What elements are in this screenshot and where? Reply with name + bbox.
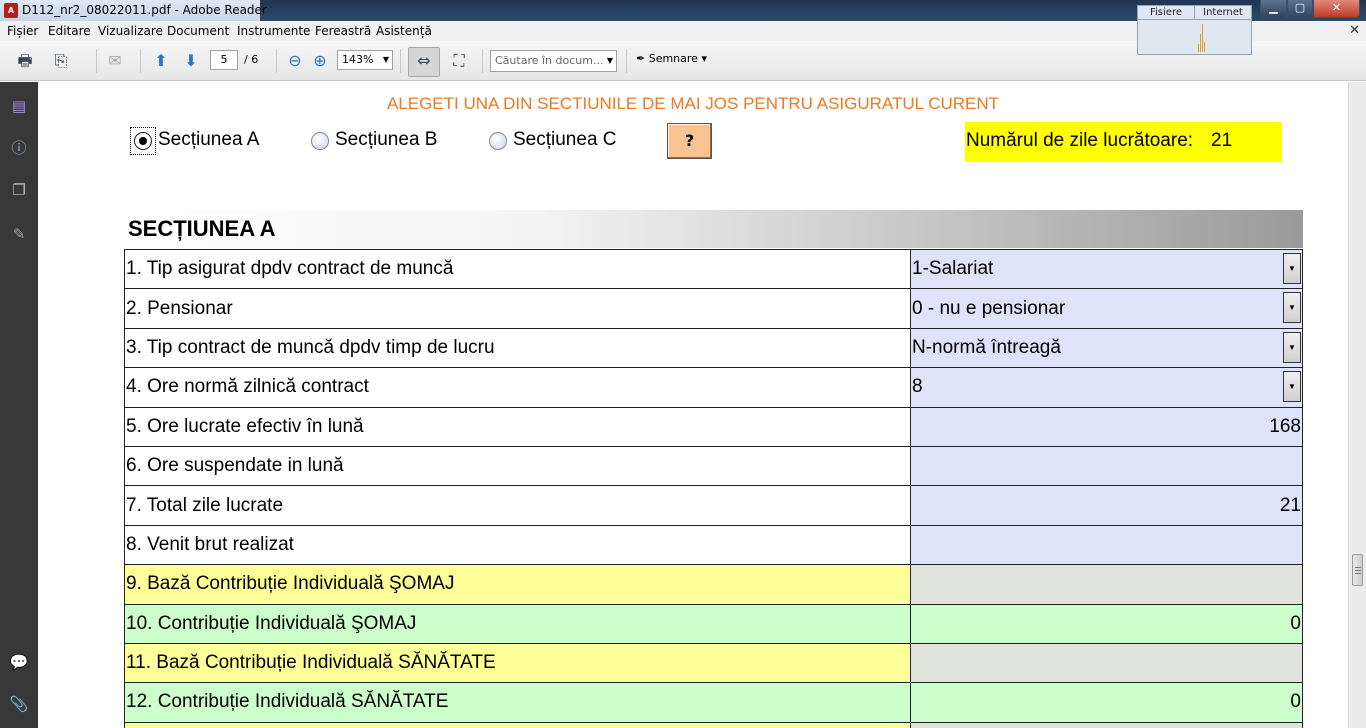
tip-asigurat-dropdown[interactable]: 1-Salariat ▼ [910, 248, 1303, 290]
zoom-select[interactable]: 143% ▼ [337, 50, 393, 70]
table-row: 5. Ore lucrate efectiv în lună 168 [124, 406, 1303, 447]
page-number-input[interactable]: 5 [210, 50, 238, 70]
dropdown-arrow-icon[interactable]: ▼ [1283, 331, 1301, 363]
netmon-tab-files[interactable]: Fisiere [1138, 6, 1195, 19]
row-label: 2. Pensionar [124, 288, 911, 329]
maximize-button[interactable]: ▢ [1287, 0, 1313, 18]
chevron-down-icon: ▼ [382, 55, 389, 64]
baza-somaj-field [910, 564, 1303, 605]
table-row: 3. Tip contract de muncă dpdv timp de lu… [124, 327, 1303, 369]
row-label: 10. Contribuție Individuală ŞOMAJ [124, 603, 911, 644]
zile-lucratoare-box: Numărul de zile lucrătoare: 21 [965, 122, 1282, 162]
row-label: 4. Ore normă zilnică contract [124, 367, 911, 408]
close-document-icon[interactable]: ✕ [1349, 23, 1360, 38]
pages-panel-icon[interactable]: ▤ [9, 96, 29, 116]
page-total: / 6 [244, 53, 259, 66]
zoom-in-icon[interactable]: ⊕ [309, 50, 331, 72]
share-icon[interactable]: ⎘ [50, 50, 72, 72]
table-row: 6. Ore suspendate in lună [124, 445, 1303, 487]
row-label: 3. Tip contract de muncă dpdv timp de lu… [124, 327, 911, 369]
row-label: 7. Total zile lucrate [124, 485, 911, 526]
left-navigation-pane: ▤ ⓘ ❐ ✎ 💬 📎 [0, 82, 38, 728]
instruction-text: ALEGETI UNA DIN SECTIUNILE DE MAI JOS PE… [386, 94, 1000, 113]
signatures-icon[interactable]: ✎ [9, 224, 29, 244]
radio-button-icon[interactable] [311, 132, 329, 150]
radio-button-icon[interactable] [489, 132, 507, 150]
row-label: 9. Bază Contribuție Individuală ŞOMAJ [124, 564, 911, 605]
radio-button-selected-icon[interactable] [134, 132, 152, 150]
total-zile-field[interactable]: 21 [910, 485, 1303, 526]
menu-help[interactable]: Asistență [376, 24, 432, 38]
table-row [124, 721, 1303, 728]
window-title: D112_nr2_08022011.pdf - Adobe Reader [22, 3, 267, 17]
row-label: 1. Tip asigurat dpdv contract de muncă [124, 248, 911, 290]
fit-page-icon[interactable]: ⛶ [448, 50, 470, 72]
comments-icon[interactable]: 💬 [9, 652, 29, 672]
ore-norma-dropdown[interactable]: 8 ▼ [910, 367, 1303, 408]
dropdown-arrow-icon[interactable]: ▼ [1283, 371, 1301, 403]
menu-edit[interactable]: Editare [48, 24, 91, 38]
dropdown-arrow-icon[interactable]: ▼ [1283, 253, 1301, 284]
chevron-down-icon: ▼ [606, 56, 613, 65]
scrollbar-thumb[interactable] [1352, 554, 1363, 586]
close-window-button[interactable]: ✕ [1313, 0, 1360, 18]
ore-suspendate-field[interactable] [910, 445, 1303, 487]
menu-window[interactable]: Fereastră [315, 24, 371, 38]
dropdown-arrow-icon[interactable]: ▼ [1283, 292, 1301, 324]
menu-file[interactable]: Fișier [7, 24, 38, 38]
row-label-partial [124, 721, 911, 728]
attachments-pages-icon[interactable]: ❐ [9, 180, 29, 200]
table-row: 8. Venit brut realizat [124, 524, 1303, 566]
print-icon[interactable]: 🖶 [14, 50, 36, 72]
document-page: ALEGETI UNA DIN SECTIUNILE DE MAI JOS PE… [38, 82, 1348, 728]
next-page-icon[interactable]: ⬇ [180, 50, 202, 72]
section-header: SECȚIUNEA A [124, 210, 1303, 248]
section-title: SECȚIUNEA A [128, 216, 276, 241]
venit-brut-field[interactable] [910, 524, 1303, 566]
netmon-tab-internet[interactable]: Internet [1195, 6, 1251, 19]
table-row: 7. Total zile lucrate 21 [124, 485, 1303, 526]
row-label: 6. Ore suspendate in lună [124, 445, 911, 487]
menu-tools[interactable]: Instrumente [237, 24, 310, 38]
network-monitor-widget: Fisiere Internet [1137, 5, 1252, 55]
row-label: 5. Ore lucrate efectiv în lună [124, 406, 911, 447]
previous-page-icon[interactable]: ⬆ [150, 50, 172, 72]
minimize-button[interactable]: ▁ [1260, 0, 1287, 18]
baza-sanatate-field [910, 642, 1303, 684]
info-icon[interactable]: ⓘ [9, 138, 29, 158]
table-row: 10. Contribuție Individuală ŞOMAJ 0 [124, 603, 1303, 644]
zile-lucratoare-value: 21 [1211, 130, 1233, 151]
contributie-somaj-field: 0 [910, 603, 1303, 644]
sign-button[interactable]: ✒ Semnare ▾ [636, 52, 707, 65]
help-button[interactable]: ? [667, 123, 712, 159]
menu-document[interactable]: Document [167, 24, 229, 38]
search-input[interactable]: Căutare în docum... ▼ [490, 50, 617, 72]
table-row: 1. Tip asigurat dpdv contract de muncă 1… [124, 248, 1303, 290]
window-controls: ▁ ▢ ✕ [1260, 0, 1360, 18]
row-label: 8. Venit brut realizat [124, 524, 911, 566]
row-label: 11. Bază Contribuție Individuală SĂNĂTAT… [124, 642, 911, 684]
table-row: 12. Contribuție Individuală SĂNĂTATE 0 [124, 682, 1303, 723]
zoom-out-icon[interactable]: ⊖ [284, 50, 306, 72]
menu-view[interactable]: Vizualizare [98, 24, 163, 38]
partial-field [910, 721, 1303, 728]
vertical-scrollbar[interactable] [1348, 82, 1366, 728]
section-a-table: 1. Tip asigurat dpdv contract de muncă 1… [124, 248, 1303, 728]
netmon-graph [1198, 24, 1208, 52]
pensionar-dropdown[interactable]: 0 - nu e pensionar ▼ [910, 288, 1303, 329]
ore-lucrate-field[interactable]: 168 [910, 406, 1303, 447]
adobe-reader-icon: A [4, 3, 18, 18]
table-row: 9. Bază Contribuție Individuală ŞOMAJ [124, 564, 1303, 605]
table-row: 11. Bază Contribuție Individuală SĂNĂTAT… [124, 642, 1303, 684]
table-row: 4. Ore normă zilnică contract 8 ▼ [124, 367, 1303, 408]
tip-contract-dropdown[interactable]: N-normă întreagă ▼ [910, 327, 1303, 369]
comment-icon[interactable]: ✉ [104, 50, 126, 72]
paperclip-icon[interactable]: 📎 [9, 694, 29, 714]
fit-width-icon[interactable]: ⇔ [413, 50, 435, 72]
table-row: 2. Pensionar 0 - nu e pensionar ▼ [124, 288, 1303, 329]
zile-lucratoare-label: Numărul de zile lucrătoare: [966, 130, 1194, 151]
row-label: 12. Contribuție Individuală SĂNĂTATE [124, 682, 911, 723]
contributie-sanatate-field: 0 [910, 682, 1303, 723]
